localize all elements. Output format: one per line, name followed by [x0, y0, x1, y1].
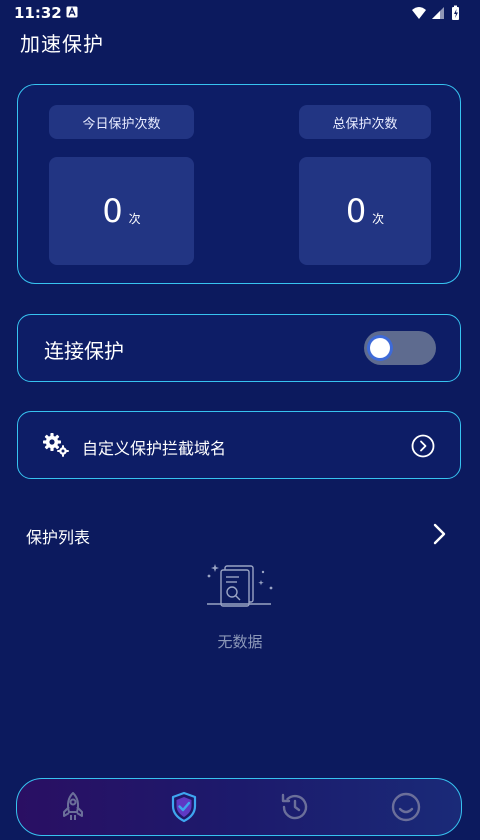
wifi-icon — [412, 7, 426, 19]
nav-history-icon[interactable] — [278, 790, 312, 824]
status-time: 11:32 — [14, 4, 62, 22]
protection-stats-card: 今日保护次数 0 次 总保护次数 0 次 — [17, 84, 461, 284]
toggle-knob — [370, 338, 390, 358]
chevron-right-icon[interactable] — [430, 520, 450, 548]
document-search-icon — [207, 564, 273, 607]
signal-icon — [432, 7, 444, 19]
total-count-box: 0 次 — [299, 157, 431, 265]
today-count-value: 0 — [102, 192, 123, 230]
status-icons — [412, 5, 459, 20]
connection-protection-toggle[interactable] — [364, 331, 436, 365]
status-bar: 11:32 — [0, 0, 480, 26]
nav-rocket-icon[interactable] — [56, 790, 90, 824]
connection-protection-card: 连接保护 — [17, 314, 461, 382]
bottom-nav — [16, 778, 462, 836]
total-count-unit: 次 — [372, 211, 385, 226]
custom-domains-label: 自定义保护拦截域名 — [82, 439, 227, 458]
total-count-value: 0 — [345, 192, 367, 230]
gears-icon — [43, 433, 69, 457]
today-count-box: 0 次 — [49, 157, 194, 265]
battery-icon — [452, 5, 459, 20]
custom-domains-button[interactable]: 自定义保护拦截域名 — [17, 411, 461, 479]
nav-smiley-icon[interactable] — [389, 790, 423, 824]
protection-list-header[interactable]: 保护列表 — [0, 514, 480, 554]
connection-protection-label: 连接保护 — [44, 339, 124, 363]
empty-state-text: 无数据 — [217, 633, 263, 651]
nav-shield-check-icon[interactable] — [167, 790, 201, 824]
a-box-icon — [66, 6, 78, 18]
today-count-label: 今日保护次数 — [49, 105, 194, 139]
total-count-label: 总保护次数 — [299, 105, 431, 139]
page-title: 加速保护 — [20, 32, 104, 56]
protection-list-title: 保护列表 — [26, 528, 91, 547]
today-count-unit: 次 — [128, 211, 141, 226]
chevron-circle-right-icon — [411, 434, 435, 458]
